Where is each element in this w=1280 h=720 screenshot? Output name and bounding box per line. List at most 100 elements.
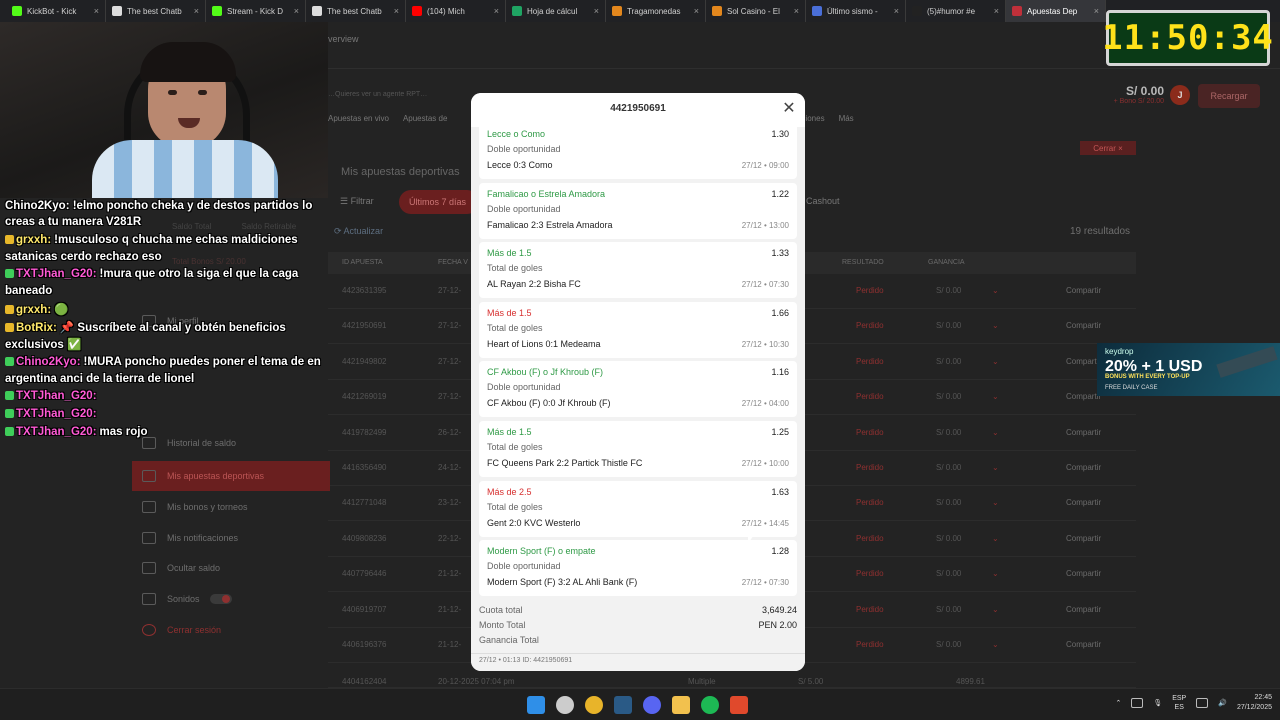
browser-tab[interactable]: Hoja de cálcul × xyxy=(506,0,606,22)
argentina-shirt xyxy=(92,140,278,198)
share-button[interactable]: Compartir xyxy=(1066,286,1101,295)
chevron-down-icon[interactable]: ⌄ xyxy=(992,498,999,507)
browser-tab[interactable]: Último sismo - × xyxy=(806,0,906,22)
sidebar-item[interactable]: Mis apuestas deportivas xyxy=(132,461,330,491)
selection-odds: 1.33 xyxy=(771,248,789,259)
share-button[interactable]: Compartir xyxy=(1066,463,1101,472)
recharge-button[interactable]: Recargar xyxy=(1198,84,1260,108)
close-icon[interactable]: × xyxy=(94,6,99,16)
row-gain: S/ 0.00 xyxy=(936,498,962,508)
chevron-down-icon[interactable]: ⌄ xyxy=(992,357,999,366)
user-avatar[interactable]: J xyxy=(1170,85,1190,105)
close-icon[interactable]: ✕ xyxy=(779,99,799,119)
chevron-down-icon[interactable]: ⌄ xyxy=(992,463,999,472)
language-indicator[interactable]: ESP ES xyxy=(1172,694,1186,712)
chevron-down-icon[interactable]: ⌄ xyxy=(992,428,999,437)
badge-icon xyxy=(5,357,14,366)
selection-card[interactable]: CF Akbou (F) o Jf Khroub (F) 1.16 Doble op… xyxy=(479,361,797,418)
sound-toggle[interactable] xyxy=(209,594,232,604)
volume-icon[interactable]: 🔊 xyxy=(1218,699,1227,707)
network-icon[interactable] xyxy=(1131,698,1144,708)
share-button[interactable]: Compartir xyxy=(1066,534,1101,543)
row-result: Perdido xyxy=(856,321,884,331)
selection-event: FC Queens Park 2:2 Partick Thistle FC xyxy=(487,458,643,468)
browser-tab[interactable]: The best Chatb × xyxy=(306,0,406,22)
share-button[interactable]: Compartir xyxy=(1066,357,1101,366)
close-icon[interactable]: × xyxy=(394,6,399,16)
windows-start-icon[interactable] xyxy=(527,696,545,714)
share-button[interactable]: Compartir xyxy=(1066,321,1101,330)
chevron-down-icon[interactable]: ⌄ xyxy=(992,286,999,295)
chrome-icon[interactable] xyxy=(585,696,603,714)
close-icon[interactable]: × xyxy=(994,6,999,16)
folder-icon[interactable] xyxy=(672,696,690,714)
steam-icon[interactable] xyxy=(614,696,632,714)
date-range-chip[interactable]: Últimos 7 días xyxy=(399,190,479,214)
chevron-down-icon[interactable]: ⌄ xyxy=(992,605,999,614)
chevron-down-icon[interactable]: ⌄ xyxy=(992,534,999,543)
chevron-down-icon[interactable]: ⌄ xyxy=(992,640,999,649)
brave-icon[interactable] xyxy=(730,696,748,714)
sidebar-item[interactable]: Mis bonos y torneos xyxy=(132,492,330,522)
sidebar-item[interactable]: Cerrar sesión xyxy=(132,615,330,645)
selection-card[interactable]: Modern Sport (F) o empate 1.28 Doble oport… xyxy=(479,540,797,597)
table-row[interactable]: 4404162404 20-12-2025 07:04 pm Multiple S/ … xyxy=(328,674,1136,688)
clock[interactable]: 22:45 27/12/2025 xyxy=(1237,693,1272,713)
sidebar-item[interactable]: Mis notificaciones xyxy=(132,523,330,553)
ganancia-label: Ganancia Total xyxy=(479,635,539,645)
share-button[interactable]: Compartir xyxy=(1066,640,1101,649)
row-stake: S/ 5.00 xyxy=(798,677,824,686)
chevron-down-icon[interactable]: ⌄ xyxy=(992,321,999,330)
close-icon[interactable]: × xyxy=(194,6,199,16)
refresh-button[interactable]: ⟳ Actualizar xyxy=(334,226,383,237)
chevron-up-icon[interactable]: ⌃ xyxy=(1115,699,1121,707)
close-icon[interactable]: × xyxy=(294,6,299,16)
browser-tab[interactable]: Stream - Kick D × xyxy=(206,0,306,22)
bet-detail-modal: Lecce o Como 1.30 Doble oportunidad Lecce 0… xyxy=(471,93,805,671)
filter-button[interactable]: ☰ Filtrar xyxy=(340,196,374,207)
search-icon[interactable] xyxy=(556,696,574,714)
nav-item[interactable]: Más xyxy=(839,114,854,123)
browser-tab[interactable]: KickBot - Kick × xyxy=(6,0,106,22)
browser-tab[interactable]: Apuestas Dep × xyxy=(1006,0,1106,22)
chevron-down-icon[interactable]: ⌄ xyxy=(992,569,999,578)
row-date: 27-12- xyxy=(438,321,462,331)
close-icon[interactable]: × xyxy=(694,6,699,16)
mic-icon[interactable]: 🎙 xyxy=(1153,699,1162,707)
cashout-filter[interactable]: Cashout xyxy=(806,196,840,206)
nav-item[interactable]: Apuestas de xyxy=(403,114,447,123)
chat-username: BotRix: xyxy=(16,322,57,334)
selection-card[interactable]: Más de 1.5 1.25 Total de goles FC Queens Pa… xyxy=(479,421,797,477)
nav-item[interactable]: Apuestas en vivo xyxy=(328,114,389,123)
close-icon[interactable]: × xyxy=(594,6,599,16)
selection-card[interactable]: Más de 1.5 1.33 Total de goles AL Rayan 2:2… xyxy=(479,242,797,299)
browser-tab[interactable]: (104) Mich × xyxy=(406,0,506,22)
browser-tab[interactable]: The best Chatb × xyxy=(106,0,206,22)
close-icon[interactable]: × xyxy=(1094,6,1099,16)
selection-card[interactable]: Más de 1.5 1.66 Total de goles Heart of Lio… xyxy=(479,301,797,358)
close-icon[interactable]: × xyxy=(794,6,799,16)
chevron-down-icon[interactable]: ⌄ xyxy=(992,392,999,401)
close-icon[interactable]: × xyxy=(894,6,899,16)
sidebar-item[interactable]: Sonidos xyxy=(132,584,330,614)
share-button[interactable]: Compartir xyxy=(1066,605,1101,614)
close-button[interactable]: Cerrar × xyxy=(1080,141,1136,155)
selection-card[interactable]: Lecce o Como 1.30 Doble oportunidad Lecce 0… xyxy=(479,123,797,179)
selection-card[interactable]: Famalicao o Estrela Amadora 1.22 Doble opo… xyxy=(479,182,797,239)
selection-card[interactable]: Más de 2.5 1.63 Total de goles Gent 2:0 KVC… xyxy=(479,480,797,537)
keydrop-ad[interactable]: keydrop 20% + 1 USD BONUS WITH EVERY TOP… xyxy=(1097,343,1280,396)
browser-tab[interactable]: Sol Casino - El × xyxy=(706,0,806,22)
sidebar-item[interactable]: Ocultar saldo xyxy=(132,553,330,583)
share-button[interactable]: Compartir xyxy=(1066,498,1101,507)
row-date: 21-12- xyxy=(438,640,462,649)
spotify-icon[interactable] xyxy=(701,696,719,714)
browser-tab[interactable]: Tragamonedas × xyxy=(606,0,706,22)
browser-tab[interactable]: (5)#humor #e × xyxy=(906,0,1006,22)
discord-icon[interactable] xyxy=(643,696,661,714)
share-button[interactable]: Compartir xyxy=(1066,392,1101,401)
close-icon[interactable]: × xyxy=(494,6,499,16)
share-button[interactable]: Compartir xyxy=(1066,428,1101,437)
modal-title: 4421950691 xyxy=(610,103,666,114)
share-button[interactable]: Compartir xyxy=(1066,569,1101,578)
display-icon[interactable] xyxy=(1196,698,1209,708)
